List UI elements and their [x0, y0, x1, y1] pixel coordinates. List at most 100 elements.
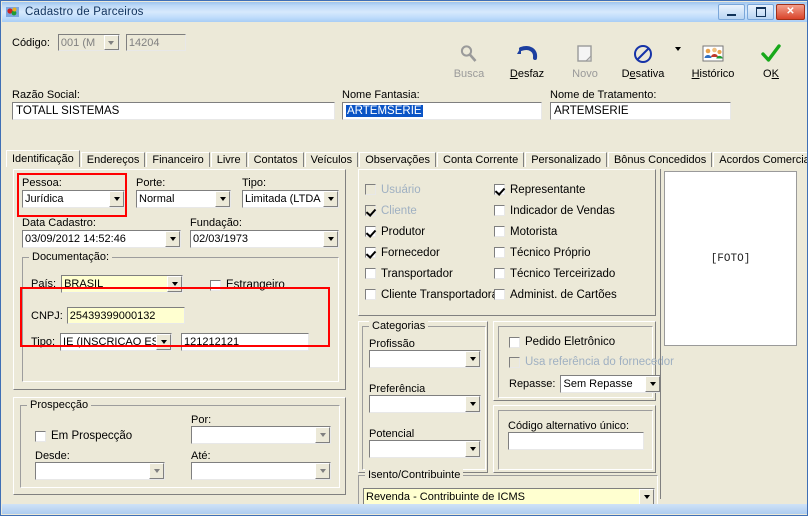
desativa-dropdown-button[interactable]: [672, 28, 684, 82]
role-checkbox-cliente-transportadora[interactable]: Cliente Transportadora: [365, 284, 498, 305]
tab-endere-os[interactable]: Endereços: [80, 152, 146, 167]
role-checkbox-representante[interactable]: Representante: [494, 179, 617, 200]
maximize-button[interactable]: [747, 4, 774, 20]
codigo-select-value: 001 (M: [60, 36, 96, 49]
historico-button[interactable]: Histórico: [684, 28, 742, 82]
pedido-eletronico-checkbox[interactable]: Pedido Eletrônico: [509, 336, 615, 348]
ok-button[interactable]: OK: [742, 28, 800, 82]
razao-social-input[interactable]: TOTALL SISTEMAS: [12, 102, 335, 120]
chevron-down-icon: [675, 47, 681, 51]
chevron-down-icon[interactable]: [465, 396, 480, 412]
role-checkbox-t-cnico-terceirizado[interactable]: Técnico Terceirizado: [494, 263, 617, 284]
tipo-documento-numero-input[interactable]: 121212121: [181, 333, 310, 351]
em-prospeccao-label: Em Prospecção: [51, 430, 133, 442]
minimize-button[interactable]: [718, 4, 745, 20]
chevron-down-icon[interactable]: [165, 231, 180, 247]
chevron-down-icon[interactable]: [315, 463, 330, 479]
checkbox-icon: [365, 289, 376, 300]
porte-select[interactable]: Normal: [136, 190, 231, 208]
fundacao-input[interactable]: 02/03/1973: [190, 230, 339, 248]
prospeccao-por-select[interactable]: [191, 426, 331, 444]
nome-fantasia-value: ARTEMSERIE: [346, 105, 423, 117]
role-checkbox-motorista[interactable]: Motorista: [494, 221, 617, 242]
codigo-select[interactable]: 001 (M: [57, 34, 120, 51]
desfaz-button[interactable]: Desfaz: [498, 28, 556, 82]
prospeccao-desde-select[interactable]: [35, 462, 165, 480]
chevron-down-icon[interactable]: [315, 427, 330, 443]
busca-label: Busca: [453, 68, 485, 80]
nome-fantasia-input[interactable]: ARTEMSERIE: [342, 102, 542, 120]
role-checkbox-fornecedor[interactable]: Fornecedor: [365, 242, 498, 263]
tab-contatos[interactable]: Contatos: [247, 152, 304, 167]
profissao-select[interactable]: [369, 350, 481, 368]
role-checkbox-indicador-de-vendas[interactable]: Indicador de Vendas: [494, 200, 617, 221]
role-checkbox-transportador[interactable]: Transportador: [365, 263, 498, 284]
chevron-down-icon[interactable]: [465, 441, 480, 457]
checkbox-icon: [509, 356, 520, 368]
estrangeiro-checkbox[interactable]: Estrangeiro: [210, 279, 285, 291]
razao-social-field: Razão Social: TOTALL SISTEMAS: [12, 89, 335, 120]
chevron-down-icon[interactable]: [167, 276, 183, 292]
prospeccao-ate-select[interactable]: [191, 462, 331, 480]
prospeccao-desde-label: Desde:: [35, 450, 70, 462]
chevron-down-icon[interactable]: [215, 191, 230, 207]
preferencia-field: Preferência: [369, 383, 481, 413]
repasse-select[interactable]: Sem Repasse: [560, 375, 662, 393]
busca-button[interactable]: Busca: [440, 28, 498, 82]
close-button[interactable]: ✕: [776, 4, 805, 20]
cnpj-input[interactable]: 25439399000132: [66, 307, 185, 324]
tab-label: Contatos: [253, 154, 298, 166]
chevron-down-icon[interactable]: [645, 376, 661, 392]
tab-financeiro[interactable]: Financeiro: [146, 152, 210, 167]
tipo-select[interactable]: Limitada (LTDA: [242, 190, 339, 208]
codigo-alternativo-input[interactable]: [508, 432, 644, 450]
pessoa-select[interactable]: Jurídica: [22, 190, 125, 208]
cnpj-value: 25439399000132: [69, 309, 156, 322]
chevron-down-icon[interactable]: [109, 191, 124, 207]
em-prospeccao-checkbox[interactable]: Em Prospecção: [35, 430, 132, 442]
tab-ve-culos[interactable]: Veículos: [304, 152, 359, 167]
desativa-button[interactable]: Desativa: [614, 28, 672, 82]
role-checkbox-produtor[interactable]: Produtor: [365, 221, 498, 242]
chevron-down-icon[interactable]: [149, 463, 164, 479]
tab-observa-es[interactable]: Observações: [359, 152, 436, 167]
pais-select[interactable]: BRASIL: [61, 275, 184, 293]
tipo-documento-select[interactable]: IE (INSCRICAO ESTAD: [60, 333, 173, 351]
pais-label: País:: [31, 278, 57, 290]
role-checkbox-administ-de-cart-es[interactable]: Administ. de Cartões: [494, 284, 617, 305]
role-label: Fornecedor: [381, 246, 440, 259]
codigo-alternativo-group: Código alternativo único:: [498, 410, 653, 470]
preferencia-select[interactable]: [369, 395, 481, 413]
porte-field: Porte: Normal: [136, 177, 231, 208]
foto-placeholder[interactable]: [FOTO]: [664, 171, 797, 346]
close-icon: ✕: [786, 6, 795, 17]
tipo-documento-numero-value: 121212121: [184, 336, 240, 348]
tab-b-nus-concedidos[interactable]: Bônus Concedidos: [607, 152, 713, 167]
categorias-panel: Categorias Profissão Preferência Potenci…: [358, 320, 488, 473]
role-label: Representante: [510, 183, 586, 196]
tab-conta-corrente[interactable]: Conta Corrente: [437, 152, 525, 167]
codigo-number-input[interactable]: 14204: [125, 34, 186, 51]
data-cadastro-input[interactable]: 03/09/2012 14:52:46: [22, 230, 181, 248]
chevron-down-icon[interactable]: [156, 334, 172, 350]
nome-tratamento-input[interactable]: ARTEMSERIE: [550, 102, 731, 120]
chevron-down-icon[interactable]: [465, 351, 480, 367]
chevron-down-icon[interactable]: [323, 191, 338, 207]
pais-value: BRASIL: [64, 278, 104, 290]
potencial-select[interactable]: [369, 440, 481, 458]
minimize-icon: [727, 13, 736, 16]
novo-button[interactable]: Novo: [556, 28, 614, 82]
porte-value: Normal: [139, 193, 175, 205]
tab-acordos-comerciais[interactable]: Acordos Comerciais: [713, 152, 807, 167]
role-label: Usuário: [381, 183, 421, 196]
chevron-down-icon[interactable]: [103, 35, 119, 50]
tipo-documento-field: Tipo: IE (INSCRICAO ESTAD 121212121: [31, 333, 310, 351]
tab-identifica-o[interactable]: Identificação: [6, 150, 80, 167]
tab-personalizado[interactable]: Personalizado: [525, 152, 607, 167]
role-checkbox-t-cnico-pr-prio[interactable]: Técnico Próprio: [494, 242, 617, 263]
chevron-down-icon[interactable]: [323, 231, 338, 247]
razao-social-label: Razão Social:: [12, 89, 80, 101]
checkbox-icon: [35, 430, 46, 442]
chevron-down-icon[interactable]: [639, 489, 654, 505]
tab-livre[interactable]: Livre: [210, 152, 247, 167]
